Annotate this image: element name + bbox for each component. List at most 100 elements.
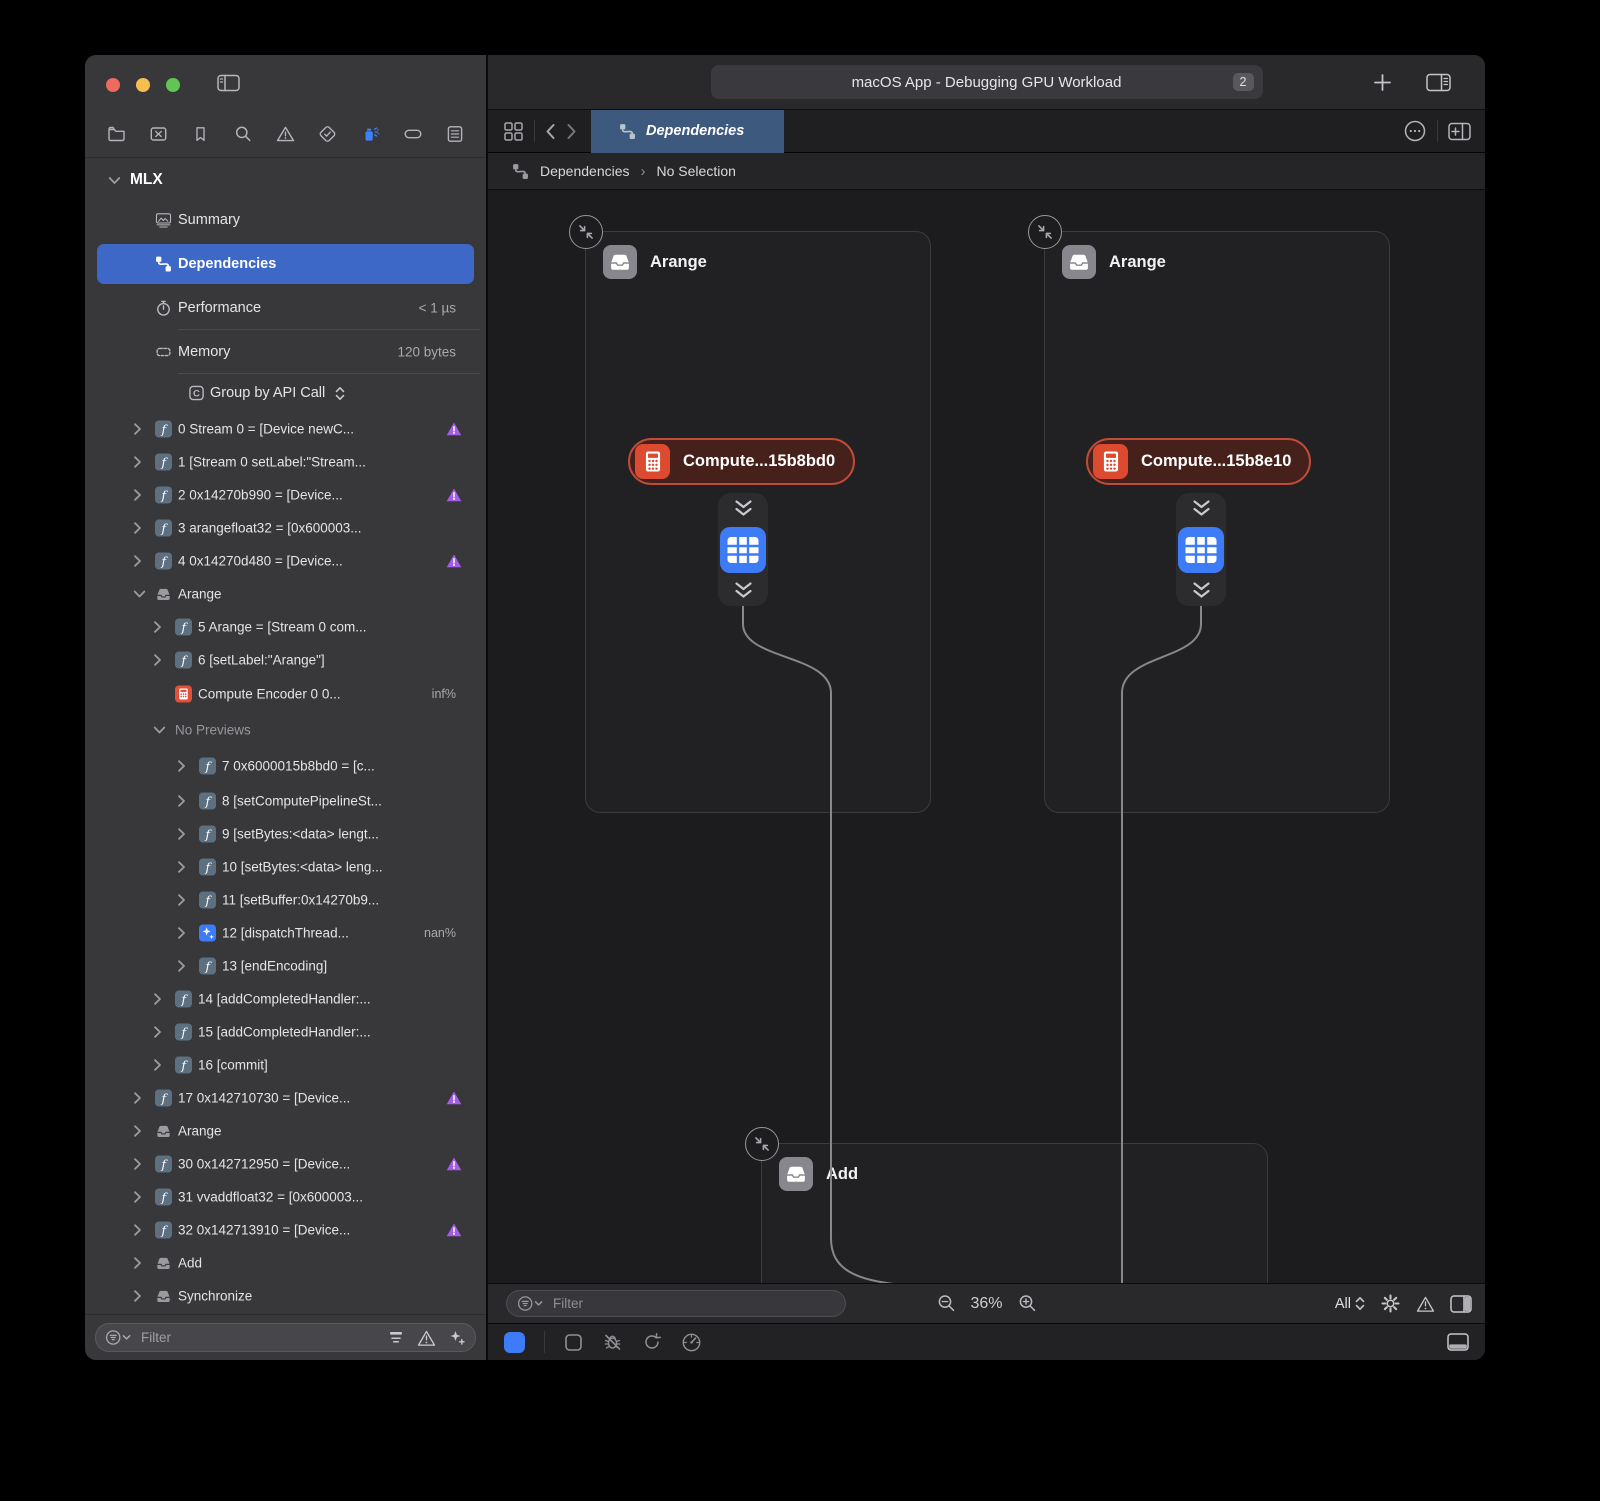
new-tab-icon[interactable]	[1373, 73, 1392, 92]
collapse-group-button[interactable]	[745, 1127, 779, 1161]
tree-row[interactable]: f30 0x142712950 = [Device...	[85, 1147, 486, 1180]
sidebar-filter-input[interactable]	[139, 1329, 380, 1346]
add-editor-icon[interactable]	[1448, 122, 1471, 141]
chevron-right-icon[interactable]	[177, 794, 186, 807]
zoom-in-icon[interactable]	[1017, 1293, 1038, 1314]
tree-row[interactable]: f11 [setBuffer:0x14270b9...	[85, 883, 486, 916]
sidebar-item-performance[interactable]: Performance< 1 µs	[85, 286, 486, 330]
tree-row[interactable]: f4 0x14270d480 = [Device...	[85, 544, 486, 577]
tree-row[interactable]: f16 [commit]	[85, 1048, 486, 1081]
graph-filter-input[interactable]	[551, 1295, 835, 1312]
inspector-panel-icon[interactable]	[1450, 1295, 1472, 1313]
tree-row[interactable]: Arange	[85, 577, 486, 610]
bookmark-icon[interactable]	[189, 122, 213, 146]
tab-overview-icon[interactable]	[503, 121, 524, 142]
chevron-right-icon[interactable]	[133, 1124, 142, 1137]
tag-icon[interactable]	[401, 122, 425, 146]
tree-row[interactable]: 12 [dispatchThread...nan%	[85, 916, 486, 949]
chevron-right-icon[interactable]	[177, 827, 186, 840]
tests-icon[interactable]	[316, 122, 340, 146]
chevron-right-icon[interactable]	[177, 760, 186, 773]
report-icon[interactable]	[443, 122, 467, 146]
bottom-panel-icon[interactable]	[1447, 1333, 1469, 1351]
sparkle-filter-icon[interactable]	[448, 1329, 466, 1346]
tree-root-item[interactable]: MLX	[85, 162, 486, 198]
sidebar-item-dependencies[interactable]: Dependencies	[85, 242, 486, 286]
dependency-graph-canvas[interactable]: Arange Arange	[488, 190, 1485, 1283]
tree-row[interactable]: f7 0x6000015b8bd0 = [c...	[85, 748, 486, 784]
document-title-pill[interactable]: macOS App - Debugging GPU Workload 2	[711, 65, 1263, 99]
chevron-right-icon[interactable]	[133, 1091, 142, 1104]
zoom-window-button[interactable]	[166, 78, 180, 92]
chevron-right-icon[interactable]	[153, 992, 162, 1005]
tree-row[interactable]: Compute Encoder 0 0...inf%	[85, 676, 486, 712]
chevron-down-icon[interactable]	[133, 589, 146, 598]
buffer-resource-node[interactable]	[718, 493, 768, 606]
compute-encoder-node[interactable]: Compute...15b8e10	[1086, 438, 1311, 485]
chevron-right-icon[interactable]	[133, 488, 142, 501]
gpu-frame-debug-icon[interactable]	[358, 122, 382, 146]
search-icon[interactable]	[231, 122, 255, 146]
chevron-right-icon[interactable]	[133, 1256, 142, 1269]
chevron-right-icon[interactable]	[133, 422, 142, 435]
chevron-updown-icon[interactable]	[335, 386, 345, 401]
tree-row[interactable]: f14 [addCompletedHandler:...	[85, 982, 486, 1015]
tree-row[interactable]: Add	[85, 1246, 486, 1279]
flatten-icon[interactable]	[387, 1329, 405, 1346]
chevron-right-icon[interactable]	[153, 1058, 162, 1071]
graph-filter-field[interactable]	[506, 1290, 846, 1317]
close-window-button[interactable]	[106, 78, 120, 92]
chevron-right-icon[interactable]	[133, 455, 142, 468]
tree-row[interactable]: f5 Arange = [Stream 0 com...	[85, 610, 486, 643]
tree-row[interactable]: f3 arangefloat32 = [0x600003...	[85, 511, 486, 544]
crash-icon[interactable]	[146, 122, 170, 146]
chevron-right-icon[interactable]	[133, 1223, 142, 1236]
command-buffer-group-add[interactable]: Add	[761, 1143, 1268, 1283]
buffer-table-icon[interactable]	[1178, 527, 1224, 573]
warning-filter-icon[interactable]	[417, 1329, 436, 1347]
gear-icon[interactable]	[1380, 1293, 1401, 1314]
scope-dropdown[interactable]: All	[1335, 1296, 1365, 1312]
sidebar-item-summary[interactable]: Summary	[85, 198, 486, 242]
tree-row[interactable]: f9 [setBytes:<data> lengt...	[85, 817, 486, 850]
chevron-right-icon[interactable]	[133, 1289, 142, 1302]
minimize-window-button[interactable]	[136, 78, 150, 92]
chevron-right-icon[interactable]	[133, 1157, 142, 1170]
collapse-group-button[interactable]	[569, 215, 603, 249]
tree-row[interactable]: CGroup by API Call	[85, 374, 486, 412]
toggle-sidebar-icon[interactable]	[216, 71, 240, 95]
buffer-resource-node[interactable]	[1176, 493, 1226, 606]
chevron-right-icon[interactable]	[133, 521, 142, 534]
chevron-right-icon[interactable]	[133, 1190, 142, 1203]
sidebar-filter-field[interactable]	[95, 1323, 476, 1352]
sidebar-item-memory[interactable]: Memory120 bytes	[85, 330, 486, 374]
tree-row[interactable]: f8 [setComputePipelineSt...	[85, 784, 486, 817]
refresh-icon[interactable]	[642, 1332, 662, 1352]
chevron-right-icon[interactable]	[177, 926, 186, 939]
chevron-right-icon[interactable]	[177, 893, 186, 906]
tree-row[interactable]: f1 [Stream 0 setLabel:"Stream...	[85, 445, 486, 478]
tree-row[interactable]: f17 0x142710730 = [Device...	[85, 1081, 486, 1114]
bug-disabled-icon[interactable]	[602, 1332, 623, 1352]
tree-row[interactable]: f15 [addCompletedHandler:...	[85, 1015, 486, 1048]
zoom-out-icon[interactable]	[935, 1293, 956, 1314]
performance-gauge-icon[interactable]	[681, 1332, 702, 1353]
chevron-down-icon[interactable]	[153, 726, 166, 735]
go-back-icon[interactable]	[545, 123, 556, 140]
tree-row[interactable]: f10 [setBytes:<data> leng...	[85, 850, 486, 883]
tree-row[interactable]: f6 [setLabel:"Arange"]	[85, 643, 486, 676]
buffer-table-icon[interactable]	[720, 527, 766, 573]
tree-row[interactable]: f31 vvaddfloat32 = [0x600003...	[85, 1180, 486, 1213]
breadcrumb-item-dependencies[interactable]: Dependencies	[540, 163, 630, 179]
graph-mode-button[interactable]	[504, 1332, 525, 1353]
go-forward-icon[interactable]	[566, 123, 577, 140]
chevron-right-icon[interactable]	[177, 959, 186, 972]
more-options-icon[interactable]	[1403, 119, 1427, 143]
breadcrumb-item-selection[interactable]: No Selection	[657, 163, 736, 179]
tree-row[interactable]: No Previews	[85, 712, 486, 748]
compute-encoder-node[interactable]: Compute...15b8bd0	[628, 438, 855, 485]
editor-layout-icon[interactable]	[1426, 73, 1451, 92]
tree-row[interactable]: f0 Stream 0 = [Device newC...	[85, 412, 486, 445]
tab-dependencies[interactable]: Dependencies	[591, 110, 784, 153]
tree-row[interactable]: f32 0x142713910 = [Device...	[85, 1213, 486, 1246]
